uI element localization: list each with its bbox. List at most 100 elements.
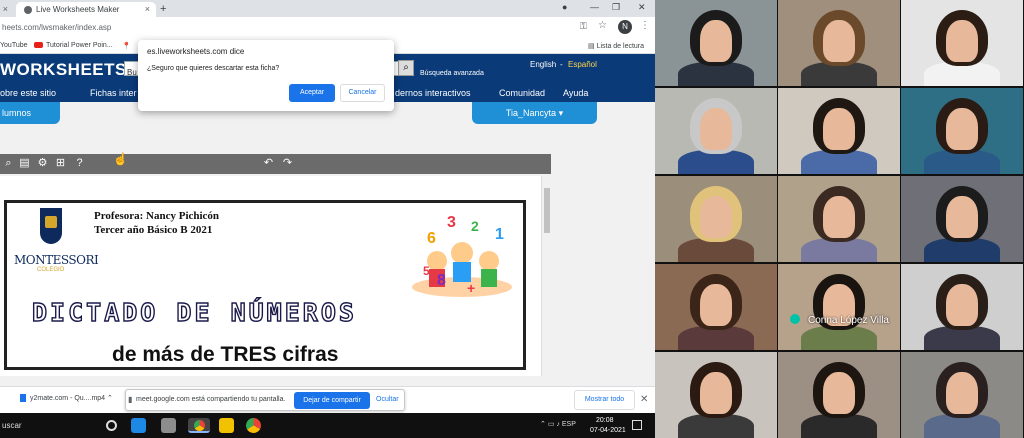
- windows-taskbar: uscar ⌃ ▭ ♪ ESP 20:08 07-04-2021: [0, 413, 655, 438]
- system-tray: ⌃ ▭ ♪ ESP: [540, 420, 576, 428]
- app-icon[interactable]: [161, 418, 176, 433]
- url-field[interactable]: heets.com/lwsmaker/index.asp: [2, 21, 111, 35]
- menu-kebab-icon[interactable]: ⋮: [640, 20, 650, 31]
- add-document-icon[interactable]: ⊞: [54, 157, 67, 170]
- redo-icon[interactable]: ↷: [281, 157, 294, 170]
- clipart-number-1: 1: [495, 226, 504, 243]
- file-icon: [20, 394, 26, 403]
- tab-label: Live Worksheets Maker: [36, 5, 120, 14]
- participant-tile[interactable]: [778, 176, 900, 262]
- editor-toolbar: ⌕ ▤ ⚙ ⊞ ? ↶ ↷: [0, 154, 551, 174]
- participant-tile[interactable]: [655, 0, 777, 86]
- download-bar-close-icon[interactable]: ✕: [640, 394, 648, 405]
- notifications-icon[interactable]: [632, 420, 642, 430]
- tab-close-icon[interactable]: ×: [145, 2, 150, 17]
- settings-document-icon[interactable]: ⚙: [36, 157, 49, 170]
- reading-list[interactable]: ▤ Lista de lectura: [588, 42, 644, 50]
- chrome-logo: [193, 420, 205, 431]
- download-item[interactable]: y2mate.com - Qu....mp4 ⌃: [20, 394, 113, 403]
- participant-tile[interactable]: [901, 176, 1023, 262]
- horizontal-scrollbar[interactable]: [0, 376, 551, 384]
- stop-sharing-button[interactable]: Dejar de compartir: [294, 392, 370, 409]
- nav-worksheets[interactable]: Fichas inter: [90, 88, 137, 98]
- kids-numbers-clipart: 3 6 1 2 8 5 +: [412, 214, 512, 297]
- chrome-icon[interactable]: [246, 418, 261, 433]
- students-button[interactable]: lumnos: [0, 102, 60, 124]
- scrollbar-thumb[interactable]: [544, 188, 550, 233]
- accept-button[interactable]: Aceptar: [289, 84, 335, 102]
- clock-date[interactable]: 07-04-2021: [590, 427, 626, 434]
- new-tab-button[interactable]: +: [160, 2, 174, 17]
- minimize-icon[interactable]: —: [590, 2, 599, 12]
- participant-tile[interactable]: [778, 352, 900, 438]
- class-grade: Tercer año Básico B 2021: [94, 224, 213, 236]
- nav-workbooks[interactable]: dernos interactivos: [395, 88, 471, 98]
- window-close-icon[interactable]: ✕: [638, 2, 646, 13]
- nav-community[interactable]: Comunidad: [499, 88, 545, 98]
- tab-close-partial[interactable]: ×: [0, 2, 10, 17]
- chevron-up-icon[interactable]: ⌃: [107, 395, 113, 402]
- maps-pin-icon[interactable]: 📍: [122, 42, 131, 50]
- participant-tile[interactable]: [655, 352, 777, 438]
- editor-scrollbar[interactable]: [541, 176, 551, 376]
- lang-english-link[interactable]: English: [530, 60, 556, 69]
- caret-down-icon: ▾: [558, 108, 564, 118]
- participant-tile[interactable]: [778, 88, 900, 174]
- volume-icon[interactable]: ♪: [556, 421, 560, 428]
- nav-about[interactable]: obre este sitio: [0, 88, 56, 98]
- participant-face: [700, 284, 732, 326]
- cortana-icon[interactable]: [106, 420, 117, 431]
- hide-share-notice-link[interactable]: Ocultar: [376, 396, 399, 403]
- taskbar-search[interactable]: uscar: [2, 421, 22, 430]
- show-all-downloads-button[interactable]: Mostrar todo: [574, 390, 635, 410]
- share-icon: ▮: [128, 395, 133, 404]
- participant-tile[interactable]: Corina López Villa: [778, 264, 900, 350]
- bookmark-youtube[interactable]: YouTube: [0, 42, 28, 49]
- participant-face: [823, 372, 855, 414]
- chrome-active-icon[interactable]: [188, 418, 210, 433]
- screen-share-notice: ▮ meet.google.com está compartiendo tu p…: [125, 389, 405, 411]
- profile-avatar[interactable]: N: [618, 20, 632, 34]
- participant-tile[interactable]: [655, 88, 777, 174]
- bookmark-tutorial-label: Tutorial Power Poin...: [46, 42, 113, 49]
- nav-help[interactable]: Ayuda: [563, 88, 588, 98]
- lang-spanish-link[interactable]: Español: [568, 60, 597, 69]
- zoom-icon[interactable]: ⌕: [2, 157, 15, 170]
- speaking-indicator-icon: [790, 314, 800, 324]
- media-icon[interactable]: ●: [562, 2, 567, 12]
- participant-tile[interactable]: [901, 88, 1023, 174]
- participant-tile[interactable]: [901, 264, 1023, 350]
- site-logo[interactable]: WORKSHEETS: [0, 60, 127, 80]
- mouse-cursor: ☝: [113, 152, 128, 166]
- tab-live-worksheets[interactable]: Live Worksheets Maker ×: [16, 2, 156, 17]
- tray-chevron-icon[interactable]: ⌃: [540, 421, 546, 428]
- participant-tile[interactable]: [655, 264, 777, 350]
- participant-face: [823, 196, 855, 238]
- participant-face: [823, 108, 855, 150]
- download-bar: y2mate.com - Qu....mp4 ⌃ ▮ meet.google.c…: [0, 386, 655, 413]
- cancel-button[interactable]: Cancelar: [340, 84, 385, 102]
- participant-tile[interactable]: [778, 0, 900, 86]
- input-language[interactable]: ESP: [562, 421, 576, 428]
- undo-icon[interactable]: ↶: [262, 157, 275, 170]
- document-edit-icon[interactable]: ▤: [18, 157, 31, 170]
- file-explorer-icon[interactable]: [219, 418, 234, 433]
- participant-tile[interactable]: [901, 0, 1023, 86]
- star-icon[interactable]: ☆: [598, 20, 607, 31]
- restore-icon[interactable]: ❐: [612, 2, 620, 13]
- school-name: MONTESSORI: [14, 253, 99, 267]
- edge-icon[interactable]: [131, 418, 146, 433]
- video-grid: Corina López Villa: [655, 0, 1024, 438]
- user-menu-button[interactable]: Tia_Nancyta ▾: [472, 102, 597, 124]
- key-icon[interactable]: ⚿: [580, 21, 587, 32]
- participant-face: [946, 108, 978, 150]
- participant-tile[interactable]: [655, 176, 777, 262]
- network-icon[interactable]: ▭: [548, 421, 555, 428]
- participant-tile[interactable]: [901, 352, 1023, 438]
- clock-time[interactable]: 20:08: [596, 417, 614, 424]
- advanced-search-link[interactable]: Búsqueda avanzada: [420, 70, 484, 77]
- bookmark-tutorial[interactable]: Tutorial Power Poin...: [34, 42, 113, 49]
- share-message: meet.google.com está compartiendo tu pan…: [136, 396, 286, 403]
- search-icon[interactable]: ⌕: [398, 60, 414, 76]
- help-icon[interactable]: ?: [73, 157, 86, 170]
